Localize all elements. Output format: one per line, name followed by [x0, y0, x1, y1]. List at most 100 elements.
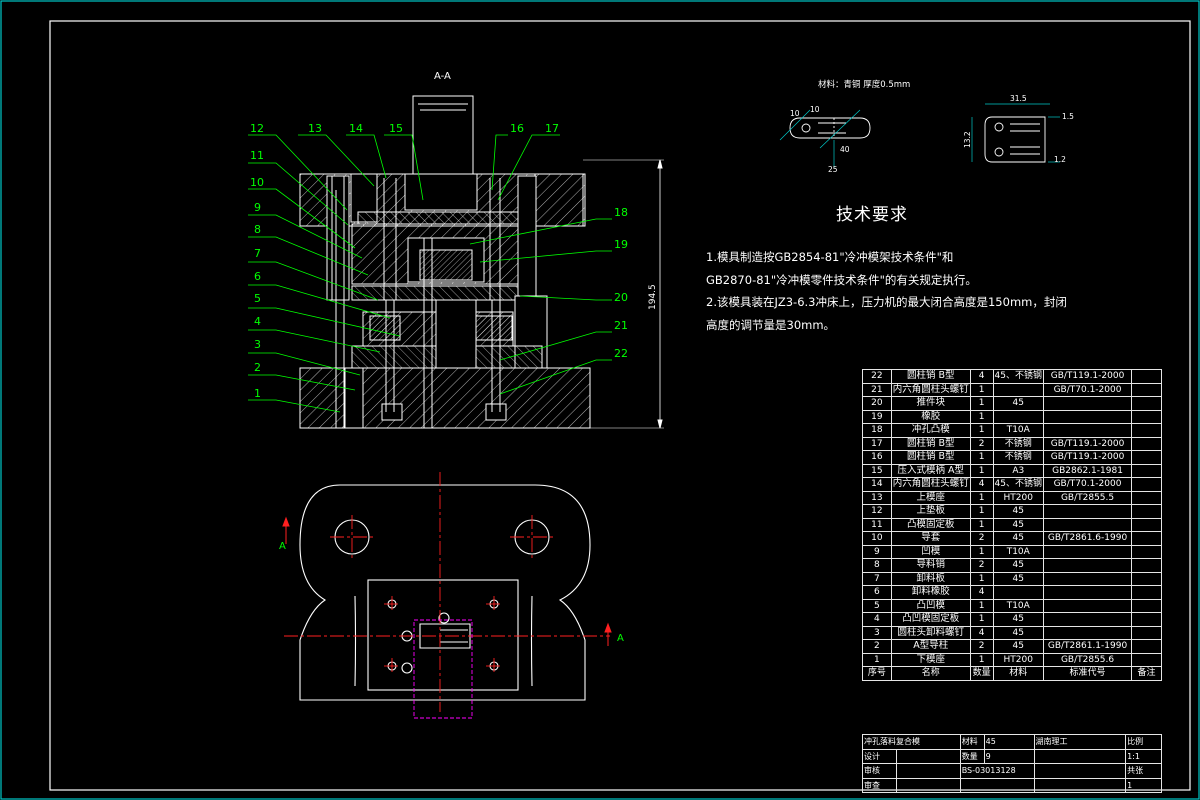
bom-cell-remark	[1131, 544, 1162, 559]
bom-cell-qty: 2	[969, 558, 994, 573]
strip-dim-2: 10	[810, 105, 820, 114]
bom-row: 3 圆柱头卸料螺钉 4 45	[862, 625, 1162, 640]
bom-row: 7 卸料板 1 45	[862, 571, 1162, 586]
bom-cell-name: 上模座	[890, 490, 971, 505]
bom-row: 14 内六角圆柱头螺钉 4 45、不锈钢 GB/T70.1-2000	[862, 477, 1162, 492]
bom-cell-remark	[1131, 639, 1162, 654]
bom-cell-remark	[1131, 463, 1162, 478]
bom-header-name: 名称	[890, 666, 971, 681]
bom-row: 5 凸凹模 1 T10A	[862, 598, 1162, 613]
bom-cell-material	[992, 382, 1044, 397]
bom-row: 21 内六角圆柱头螺钉 1 GB/T70.1-2000	[862, 382, 1162, 397]
callout-16: 16	[510, 122, 524, 135]
bom-cell-material: A3	[992, 463, 1044, 478]
bom-cell-material: 45、不锈钢	[992, 477, 1044, 492]
bom-cell-remark	[1131, 612, 1162, 627]
strip-dim-3: 40	[840, 145, 850, 154]
bom-cell-standard: GB/T2861.1-1990	[1042, 639, 1133, 654]
part-dim-h: 13.2	[963, 131, 972, 148]
title-block: 冲孔落料复合模 材料 45 湖南理工 比例 设计 数量 9 1:1 审核 BS-…	[862, 734, 1162, 793]
tb-school: 湖南理工	[1033, 734, 1127, 750]
bom-header-no: 序号	[862, 666, 892, 681]
bom-cell-remark	[1131, 652, 1162, 667]
bom-cell-no: 4	[862, 612, 892, 627]
bom-cell-material: 45	[992, 612, 1044, 627]
strip-dim-4: 25	[828, 165, 838, 174]
callout-15: 15	[389, 122, 403, 135]
bom-cell-qty: 1	[969, 652, 994, 667]
plan-view	[299, 484, 591, 701]
bom-cell-name: 凸模固定板	[890, 517, 971, 532]
strip-dim-1: 10	[790, 109, 800, 118]
bom-cell-no: 7	[862, 571, 892, 586]
bom-cell-no: 2	[862, 639, 892, 654]
bom-cell-standard: GB2862.1-1981	[1042, 463, 1133, 478]
bom-cell-name: 导套	[890, 531, 971, 546]
bom-row: 19 橡胶 1	[862, 409, 1162, 424]
material-note: 材料：青铜 厚度0.5mm	[818, 79, 910, 90]
bom-cell-standard: GB/T70.1-2000	[1042, 382, 1133, 397]
bom-cell-qty: 4	[969, 585, 994, 600]
bom-cell-no: 20	[862, 396, 892, 411]
bom-cell-standard: GB/T119.1-2000	[1042, 369, 1133, 384]
bom-cell-no: 11	[862, 517, 892, 532]
bom-cell-qty: 4	[969, 369, 994, 384]
bom-header-remark: 备注	[1131, 666, 1162, 681]
bom-cell-name: 橡胶	[890, 409, 971, 424]
bom-cell-no: 21	[862, 382, 892, 397]
bom-cell-qty: 1	[969, 409, 994, 424]
callout-8: 8	[254, 223, 261, 236]
bom-row: 12 上垫板 1 45	[862, 504, 1162, 519]
bom-cell-qty: 1	[969, 423, 994, 438]
tech-line-2: GB2870-81"冷冲模零件技术条件"的有关规定执行。	[706, 272, 977, 287]
bom-cell-material: 45	[992, 639, 1044, 654]
bom-cell-remark	[1131, 450, 1162, 465]
bom-row: 9 凹模 1 T10A	[862, 544, 1162, 559]
bom-cell-material: 不锈钢	[992, 436, 1044, 451]
bom-cell-standard	[1042, 558, 1133, 573]
bom-row: 20 推件块 1 45	[862, 396, 1162, 411]
bom-cell-no: 1	[862, 652, 892, 667]
bom-cell-standard	[1042, 585, 1133, 600]
callout-9: 9	[254, 201, 261, 214]
bom-cell-material: 45	[992, 396, 1044, 411]
bom-cell-name: 内六角圆柱头螺钉	[890, 382, 971, 397]
bom-cell-remark	[1131, 558, 1162, 573]
bom-cell-name: 卸料板	[890, 571, 971, 586]
tb-quantity-label: 数量	[959, 748, 985, 764]
callout-20: 20	[614, 291, 628, 304]
tech-requirements: 1.模具制造按GB2854-81"冷冲模架技术条件"和 GB2870-81"冷冲…	[706, 246, 1126, 336]
plan-centerlines	[284, 472, 610, 712]
part-dim-t2: 1.2	[1054, 155, 1066, 164]
bom-cell-remark	[1131, 423, 1162, 438]
bom-header-qty: 数量	[969, 666, 994, 681]
callout-21: 21	[614, 319, 628, 332]
bom-row: 22 圆柱销 B型 4 45、不锈钢 GB/T119.1-2000	[862, 369, 1162, 384]
bom-cell-qty: 1	[969, 598, 994, 613]
bom-cell-qty: 1	[969, 490, 994, 505]
bom-cell-qty: 1	[969, 504, 994, 519]
callout-12: 12	[250, 122, 264, 135]
bom-cell-name: 压入式模柄 A型	[890, 463, 971, 478]
bom-cell-remark	[1131, 396, 1162, 411]
bom-cell-no: 15	[862, 463, 892, 478]
bom-cell-standard	[1042, 504, 1133, 519]
bom-cell-name: 卸料橡胶	[890, 585, 971, 600]
bom-cell-no: 14	[862, 477, 892, 492]
bom-cell-no: 19	[862, 409, 892, 424]
bom-row: 10 导套 2 45 GB/T2861.6-1990	[862, 531, 1162, 546]
tb-sheet-label: 共张	[1125, 763, 1162, 779]
tb-material-label: 材料	[959, 734, 985, 750]
bom-cell-qty: 4	[969, 477, 994, 492]
bom-row: 16 圆柱销 B型 1 不锈钢 GB/T119.1-2000	[862, 450, 1162, 465]
callout-18: 18	[614, 206, 628, 219]
bom-cell-name: 圆柱销 B型	[890, 450, 971, 465]
bom-cell-remark	[1131, 625, 1162, 640]
bom-cell-material: 45	[992, 625, 1044, 640]
bom-cell-qty: 1	[969, 612, 994, 627]
bom-header-row: 序号 名称 数量 材料 标准代号 备注	[862, 666, 1162, 681]
bom-cell-remark	[1131, 382, 1162, 397]
tb-quantity-value: 9	[983, 748, 1035, 764]
bom-cell-qty: 2	[969, 436, 994, 451]
callout-11: 11	[250, 149, 264, 162]
